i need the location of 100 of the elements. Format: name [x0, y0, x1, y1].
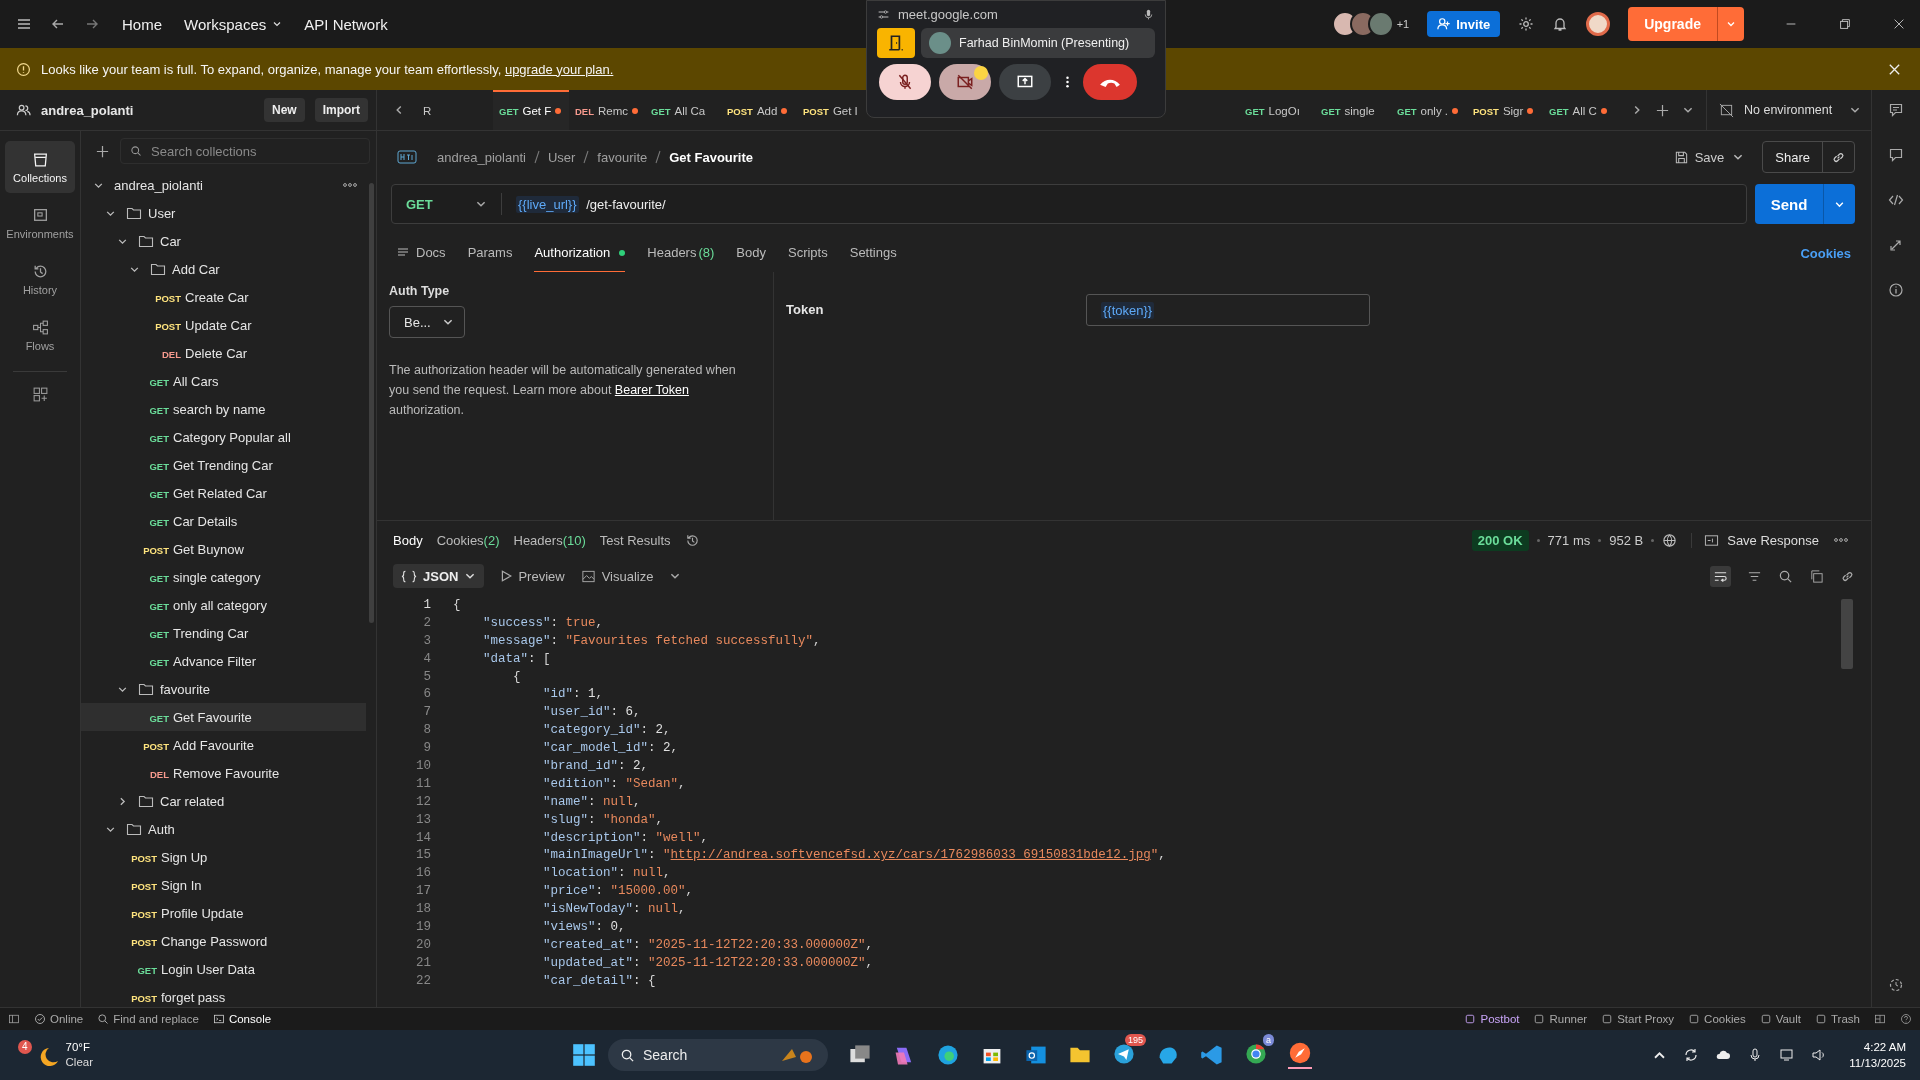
request-tab[interactable]: GET only . [1391, 90, 1467, 130]
invite-button[interactable]: Invite [1427, 11, 1501, 37]
restore-icon[interactable] [1838, 17, 1852, 31]
status-bar-item[interactable]: Cookies [1688, 1013, 1746, 1025]
request-option-tab[interactable]: Params [467, 234, 513, 272]
site-settings-icon[interactable] [877, 8, 890, 21]
workspace-name[interactable]: andrea_polanti [41, 102, 134, 118]
upgrade-plan-link[interactable]: upgrade your plan. [504, 61, 614, 77]
clock-date[interactable]: 11/13/2025 [1849, 1055, 1906, 1071]
taskbar-search-field[interactable]: Search [608, 1039, 828, 1071]
add-apps-icon[interactable] [31, 386, 49, 403]
browser-icon[interactable] [936, 1043, 960, 1067]
request-option-tab[interactable]: Settings [849, 234, 897, 272]
caret-icon[interactable] [272, 19, 283, 29]
request-tab[interactable]: GET single [1315, 90, 1391, 130]
nav-link[interactable]: API Network [304, 15, 388, 33]
globe-icon[interactable] [1662, 532, 1678, 548]
sidebar-toggle-icon[interactable] [8, 1013, 20, 1025]
layout-icon[interactable] [1874, 1013, 1886, 1025]
collection-item[interactable]: Auth [81, 815, 366, 843]
collection-item[interactable]: favourite [81, 675, 366, 703]
send-button[interactable]: Send [1755, 184, 1823, 224]
door-button[interactable] [877, 28, 915, 58]
response-tab[interactable]: Headers(10) [513, 532, 586, 548]
status-bar-item[interactable]: Vault [1759, 1013, 1801, 1025]
request-tab[interactable]: GET All C [1543, 90, 1619, 130]
code-editor-icon[interactable] [1200, 1043, 1224, 1067]
camera-off-button[interactable] [939, 64, 991, 100]
user-avatar[interactable] [1586, 12, 1611, 36]
add-icon[interactable] [95, 143, 110, 159]
collection-item[interactable]: GET search by name [81, 395, 366, 423]
copy-icon[interactable] [1809, 568, 1824, 584]
breadcrumb-item[interactable]: User [547, 149, 576, 165]
workspace-button[interactable]: Import [314, 98, 368, 122]
more-icon[interactable] [342, 183, 358, 187]
collection-item[interactable]: GET All Cars [81, 367, 366, 395]
response-tab[interactable]: Test Results [599, 532, 671, 548]
collection-item[interactable]: andrea_piolanti [81, 171, 366, 199]
sidebar-nav-item[interactable]: History [5, 253, 75, 305]
collection-item[interactable]: GET Get Trending Car [81, 451, 366, 479]
close-icon[interactable] [1892, 17, 1906, 31]
status-bar-item[interactable]: Trash [1815, 1013, 1860, 1025]
request-option-tab[interactable]: Body [736, 234, 766, 272]
collection-item[interactable]: GET Login User Data [81, 955, 366, 983]
collection-item[interactable]: POST Create Car [81, 283, 366, 311]
request-tab[interactable]: R [417, 90, 493, 130]
status-bar-item[interactable]: Online [34, 1013, 84, 1025]
compass-app-icon[interactable] [1288, 1041, 1312, 1069]
response-tab[interactable]: Body [393, 532, 423, 548]
save-button[interactable]: Save [1673, 149, 1725, 165]
code-icon[interactable] [1888, 192, 1904, 208]
request-tab[interactable]: GET Get F [493, 90, 569, 130]
visualize-button[interactable]: Visualize [580, 568, 654, 584]
new-tab-icon[interactable] [1655, 102, 1670, 118]
auth-type-dropdown[interactable]: Be... [389, 306, 465, 338]
request-tab[interactable]: POST Add [721, 90, 797, 130]
wrap-lines-icon[interactable] [1710, 565, 1731, 587]
request-option-tab[interactable]: Headers(8) [647, 234, 715, 272]
collection-item[interactable]: GET only all category [81, 591, 366, 619]
status-bar-item[interactable]: Start Proxy [1601, 1013, 1675, 1025]
start-icon[interactable] [572, 1043, 596, 1067]
breadcrumb-item[interactable]: favourite [597, 149, 648, 165]
collection-item[interactable]: POST Get Buynow [81, 535, 366, 563]
arrows-icon[interactable] [1888, 237, 1904, 253]
token-field[interactable]: {{token}} [1086, 294, 1370, 326]
collection-item[interactable]: DEL Delete Car [81, 339, 366, 367]
history-icon[interactable] [684, 532, 700, 548]
request-option-tab[interactable]: Scripts [788, 234, 828, 272]
comments-icon[interactable] [1888, 147, 1904, 163]
environment-selector[interactable]: No environment [1706, 90, 1861, 130]
request-option-tab[interactable]: Docs [397, 234, 446, 272]
status-bar-item[interactable]: Postbot [1464, 1013, 1520, 1025]
collection-item[interactable]: GET Trending Car [81, 619, 366, 647]
info-icon[interactable] [1888, 282, 1904, 298]
bearer-token-link[interactable]: Bearer Token [614, 383, 689, 397]
response-tab[interactable]: Cookies(2) [436, 532, 500, 548]
collection-item[interactable]: GET Car Details [81, 507, 366, 535]
chrome-icon[interactable] [1244, 1041, 1268, 1066]
menu-icon[interactable] [16, 16, 32, 32]
mute-microphone-button[interactable] [879, 64, 931, 100]
collection-item[interactable]: User [81, 199, 366, 227]
collection-item[interactable]: GET Get Related Car [81, 479, 366, 507]
format-dropdown[interactable]: JSON [393, 564, 485, 588]
search-field[interactable]: Search collections [120, 138, 370, 164]
help-icon[interactable] [1900, 1013, 1912, 1025]
collection-item[interactable]: GET Advance Filter [81, 647, 366, 675]
present-screen-button[interactable] [999, 64, 1051, 100]
collection-item[interactable]: GET Get Favourite [81, 703, 366, 731]
search-icon[interactable] [1778, 568, 1793, 584]
messenger-icon[interactable] [1112, 1041, 1136, 1066]
clock-time[interactable]: 4:22 AM [1863, 1039, 1906, 1055]
collection-item[interactable]: GET Category Popular all [81, 423, 366, 451]
collection-item[interactable]: DEL Remove Favourite [81, 759, 366, 787]
collection-item[interactable]: POST Update Car [81, 311, 366, 339]
collection-item[interactable]: Car [81, 227, 366, 255]
collection-item[interactable]: POST Sign Up [81, 843, 366, 871]
collection-item[interactable]: POST Profile Update [81, 899, 366, 927]
collection-item[interactable]: POST Change Password [81, 927, 366, 955]
sparkle-icon[interactable] [1888, 977, 1904, 993]
comments-icon[interactable] [1888, 102, 1904, 118]
